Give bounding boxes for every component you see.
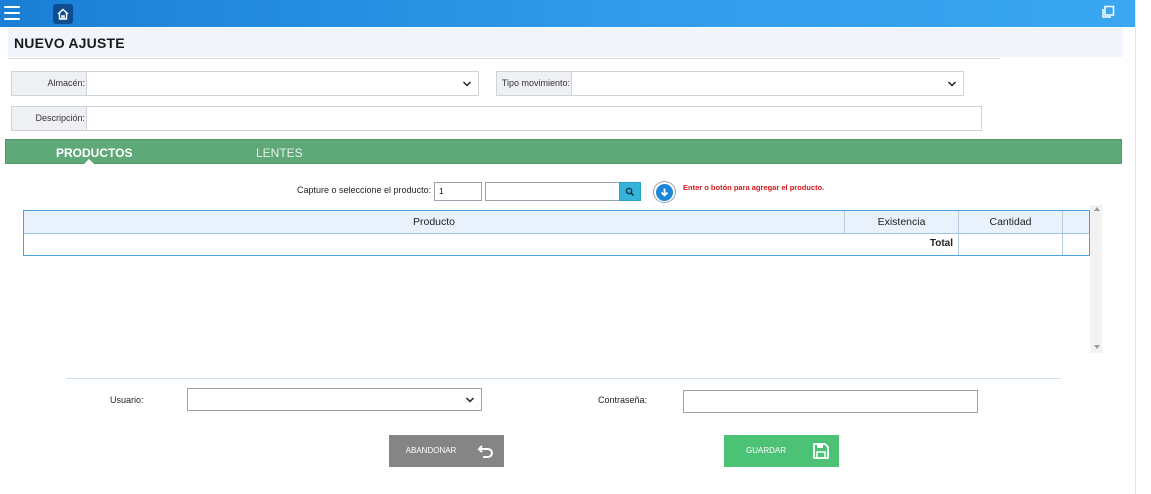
active-tab-indicator bbox=[83, 159, 95, 165]
column-header-cantidad[interactable]: Cantidad bbox=[959, 211, 1062, 233]
almacen-label: Almacén: bbox=[11, 71, 87, 96]
usuario-label: Usuario: bbox=[110, 395, 144, 405]
floppy-disk-icon bbox=[813, 443, 829, 459]
tabs-bar: PRODUCTOS LENTES bbox=[5, 139, 1122, 164]
save-button-label: GUARDAR bbox=[745, 446, 786, 455]
search-button[interactable] bbox=[619, 182, 641, 201]
divider bbox=[8, 58, 1000, 59]
page-border bbox=[1135, 0, 1136, 494]
almacen-select[interactable] bbox=[86, 71, 479, 96]
capture-product-label: Capture o seleccione el producto: bbox=[297, 185, 432, 195]
chevron-down-icon bbox=[462, 81, 472, 87]
title-bar bbox=[8, 28, 1123, 57]
tipo-movimiento-select[interactable] bbox=[571, 71, 964, 96]
column-header-actions bbox=[1063, 211, 1089, 233]
abandon-button-label: ABANDONAR bbox=[405, 446, 457, 455]
save-button[interactable]: GUARDAR bbox=[724, 435, 839, 467]
undo-icon bbox=[477, 445, 493, 458]
scroll-down-arrow-icon[interactable] bbox=[1094, 345, 1100, 349]
scroll-up-arrow-icon[interactable] bbox=[1094, 207, 1100, 211]
descripcion-label: Descripción: bbox=[11, 106, 87, 131]
add-product-button[interactable] bbox=[653, 181, 676, 203]
arrow-down-icon bbox=[660, 188, 669, 197]
tab-lentes[interactable]: LENTES bbox=[256, 146, 303, 160]
password-label: Contraseña: bbox=[598, 395, 648, 405]
total-label: Total bbox=[929, 238, 953, 249]
search-icon bbox=[625, 187, 635, 197]
product-input[interactable] bbox=[485, 182, 620, 201]
chevron-down-icon bbox=[465, 397, 475, 403]
divider bbox=[66, 378, 1061, 379]
table-total-row: Total bbox=[24, 234, 1089, 255]
home-icon[interactable] bbox=[53, 4, 73, 24]
table-scrollbar[interactable] bbox=[1090, 205, 1102, 353]
tipo-movimiento-label: Tipo movimiento: bbox=[496, 71, 572, 96]
column-header-producto[interactable]: Producto bbox=[24, 211, 844, 233]
page-title: NUEVO AJUSTE bbox=[14, 35, 125, 51]
password-input[interactable] bbox=[683, 390, 978, 413]
column-header-existencia[interactable]: Existencia bbox=[845, 211, 958, 233]
chevron-down-icon bbox=[947, 81, 957, 87]
descripcion-input[interactable] bbox=[86, 106, 982, 131]
usuario-select[interactable] bbox=[187, 388, 482, 411]
hamburger-menu-icon[interactable] bbox=[4, 6, 20, 20]
add-product-hint: Enter o botón para agregar el producto. bbox=[683, 183, 825, 192]
tab-productos[interactable]: PRODUCTOS bbox=[56, 146, 132, 160]
quantity-input[interactable]: 1 bbox=[434, 182, 482, 201]
top-bar bbox=[0, 0, 1135, 27]
abandon-button[interactable]: ABANDONAR bbox=[389, 435, 504, 467]
window-restore-icon[interactable] bbox=[1101, 5, 1117, 21]
products-table: Producto Existencia Cantidad Total bbox=[23, 210, 1090, 256]
table-header: Producto Existencia Cantidad bbox=[24, 211, 1089, 234]
